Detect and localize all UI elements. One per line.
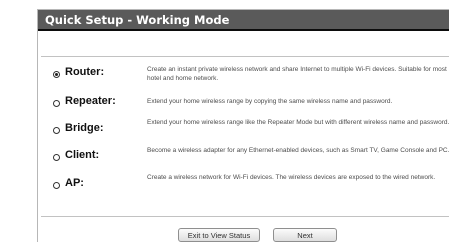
mode-option-bridge[interactable]: Bridge: Extend your home wireless range … bbox=[38, 119, 449, 143]
title-bar: Quick Setup - Working Mode bbox=[38, 10, 449, 31]
next-button[interactable]: Next bbox=[273, 228, 337, 242]
bridge-label[interactable]: Bridge: bbox=[65, 122, 104, 134]
bridge-description: Extend your home wireless range like the… bbox=[147, 119, 449, 126]
bridge-radio[interactable] bbox=[53, 127, 60, 134]
ap-label[interactable]: AP: bbox=[65, 177, 84, 189]
divider-bottom bbox=[41, 216, 449, 217]
mode-option-repeater[interactable]: Repeater: Extend your home wireless rang… bbox=[38, 94, 449, 118]
mode-option-router[interactable]: Router: Create an instant private wirele… bbox=[38, 66, 449, 90]
ap-radio[interactable] bbox=[53, 182, 60, 189]
client-description: Become a wireless adapter for any Ethern… bbox=[147, 147, 449, 154]
repeater-radio[interactable] bbox=[53, 100, 60, 107]
client-radio[interactable] bbox=[53, 154, 60, 161]
client-label[interactable]: Client: bbox=[65, 149, 99, 161]
quick-setup-panel: Quick Setup - Working Mode Router: Creat… bbox=[37, 9, 449, 242]
divider-top bbox=[41, 56, 449, 57]
repeater-description: Extend your home wireless range by copyi… bbox=[147, 98, 393, 105]
mode-option-client[interactable]: Client: Become a wireless adapter for an… bbox=[38, 146, 449, 170]
router-label[interactable]: Router: bbox=[65, 66, 104, 78]
router-radio[interactable] bbox=[53, 71, 60, 78]
ap-description: Create a wireless network for Wi-Fi devi… bbox=[147, 174, 436, 181]
mode-option-ap[interactable]: AP: Create a wireless network for Wi-Fi … bbox=[38, 174, 449, 198]
repeater-label[interactable]: Repeater: bbox=[65, 95, 116, 107]
router-description: Create an instant private wireless netwo… bbox=[147, 66, 447, 82]
page-title: Quick Setup - Working Mode bbox=[45, 12, 230, 27]
exit-to-view-status-button[interactable]: Exit to View Status bbox=[178, 228, 260, 242]
